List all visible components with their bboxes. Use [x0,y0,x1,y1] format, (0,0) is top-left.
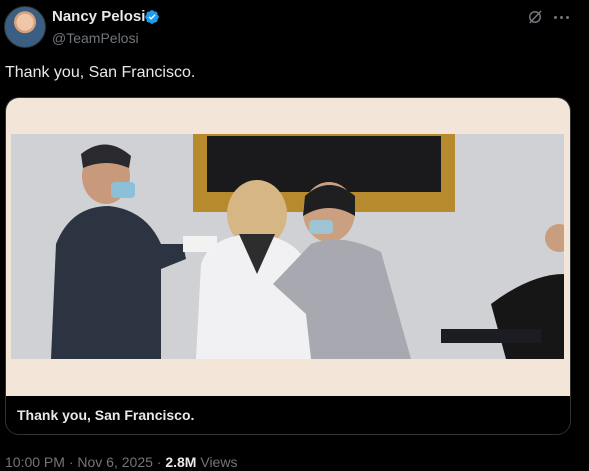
tweet-date[interactable]: Nov 6, 2025 [77,454,153,470]
meta-separator: · [68,454,74,470]
tweet-text: Thank you, San Francisco. [5,64,196,81]
meta-separator: · [156,454,162,470]
verified-badge-icon [145,10,159,24]
media-card[interactable]: Thank you, San Francisco. [5,97,571,435]
media-caption-bar: Thank you, San Francisco. [6,396,570,434]
tweet-time[interactable]: 10:00 PM [5,454,65,470]
views-label: Views [200,454,238,470]
grok-icon[interactable] [526,8,544,26]
tweet: Nancy Pelosi @TeamPelosi Thank you, San … [0,0,589,471]
avatar[interactable] [4,6,46,48]
views-count: 2.8M [165,454,197,470]
video-scene [11,134,564,359]
more-options-icon[interactable] [552,9,570,25]
video-still[interactable] [11,134,564,359]
media-caption: Thank you, San Francisco. [17,407,195,423]
user-handle[interactable]: @TeamPelosi [52,30,139,46]
tweet-metadata: 10:00 PM · Nov 6, 2025 · 2.8M Views [5,454,237,470]
display-name[interactable]: Nancy Pelosi [52,8,145,25]
video-frame [6,98,570,396]
